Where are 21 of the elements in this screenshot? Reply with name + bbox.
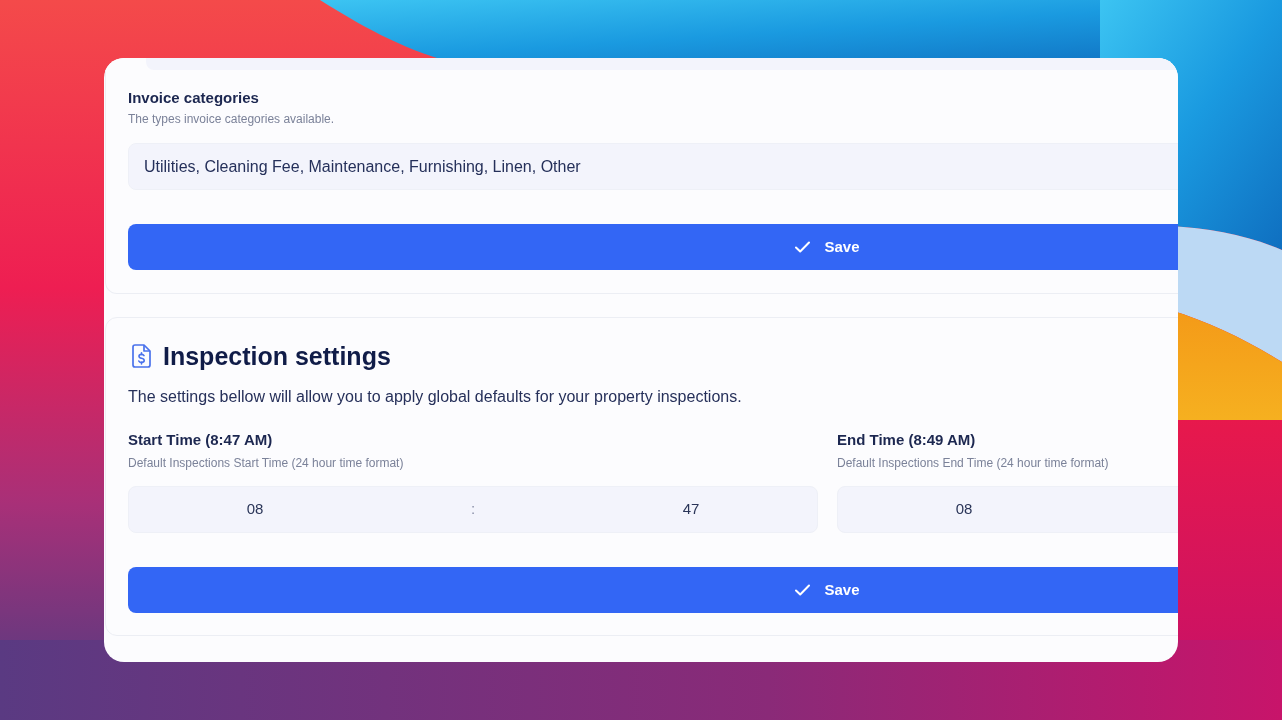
field-hint: The types invoice categories available. <box>128 111 335 127</box>
minute-input[interactable]: 47 <box>682 498 700 521</box>
time-field[interactable]: 08 : 47 <box>128 486 818 533</box>
section-title: Inspection settings <box>163 341 391 372</box>
field-hint: Default Inspections End Time (24 hour time format) <box>837 455 1109 471</box>
save-button[interactable]: Save <box>128 567 1178 613</box>
check-icon <box>795 241 811 253</box>
hour-input[interactable]: 08 <box>955 498 973 521</box>
section-description: The settings bellow will allow you to apply global defaults for your property inspections. <box>128 387 742 407</box>
save-button[interactable]: Save <box>128 224 1178 270</box>
field-hint: Default Inspections Start Time (24 hour time format) <box>128 455 404 471</box>
field-label: Start Time (8:47 AM) <box>128 430 273 450</box>
field-label: End Time (8:49 AM) <box>837 430 976 450</box>
dollar-document-icon <box>131 344 152 368</box>
hour-input[interactable]: 08 <box>246 498 264 521</box>
check-icon <box>795 584 811 596</box>
categories-field[interactable]: Utilities, Cleaning Fee, Maintenance, Furnishing, Linen, Other <box>128 143 1178 190</box>
time-separator: : <box>470 499 476 520</box>
input-field[interactable] <box>146 58 1178 70</box>
field-label: Invoice categories <box>128 88 259 108</box>
time-field[interactable]: 08 <box>837 486 1178 533</box>
